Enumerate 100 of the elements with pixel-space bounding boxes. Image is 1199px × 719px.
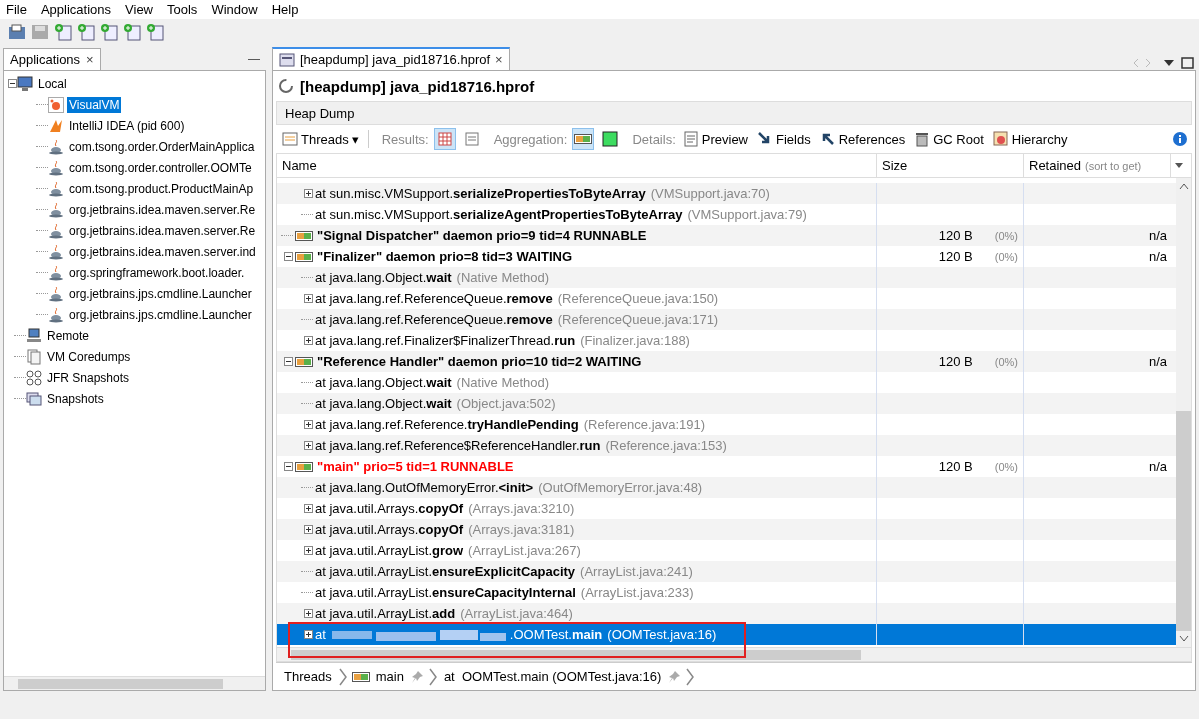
details-button[interactable]: References (817, 129, 908, 149)
thread-name: "Reference Handler" daemon prio=10 tid=2 WAITING (317, 354, 642, 369)
add-icon (146, 22, 164, 41)
table-row[interactable]: at java.util.Arrays.copyOf (Arrays.java:3181) (277, 519, 1176, 540)
snapshot-icon (26, 390, 42, 407)
size-value: 120 B (938, 228, 973, 243)
table-row[interactable]: at java.lang.OutOfMemoryError.<init> (OutOfMemoryError.java:48) (277, 477, 1176, 498)
thread-state-icon (295, 230, 313, 241)
tree-item[interactable]: org.jetbrains.idea.maven.server.ind (67, 243, 258, 260)
breadcrumb-item[interactable]: main (373, 669, 406, 684)
column-header[interactable]: Size (877, 154, 1024, 177)
close-icon[interactable]: × (495, 52, 503, 67)
threads-icon (282, 131, 298, 147)
horizontal-scrollbar[interactable] (277, 647, 1191, 661)
film-reels-icon (26, 369, 42, 386)
tree-item[interactable]: com.tsong.order.OrderMainApplica (67, 138, 257, 155)
stack-frame-text: at java.util.Arrays.copyOf (315, 522, 464, 537)
thread-name: "Finalizer" daemon prio=8 tid=3 WAITING (317, 249, 573, 264)
tree-item[interactable]: com.tsong.product.ProductMainAp (67, 180, 256, 197)
source-location: (Native Method) (456, 270, 550, 285)
table-row[interactable]: at java.lang.ref.ReferenceQueue.remove (ReferenceQueue.java:171) (277, 309, 1176, 330)
size-percent: (0%) (994, 460, 1018, 473)
tree-item[interactable]: VM Coredumps (45, 348, 133, 365)
hierarchy-icon (992, 131, 1009, 147)
breadcrumb-item[interactable]: Threads (282, 669, 334, 684)
results-view-toggle[interactable] (433, 128, 456, 150)
size-percent: (0%) (994, 250, 1018, 263)
java-cup-icon (48, 243, 64, 260)
tree-item[interactable]: org.jetbrains.jps.cmdline.Launcher (67, 285, 254, 302)
java-cup-icon (48, 264, 64, 281)
tree-item[interactable]: org.jetbrains.idea.maven.server.Re (67, 201, 258, 218)
source-location: (ArrayList.java:241) (580, 564, 693, 579)
results-label: Results: (381, 131, 429, 147)
tree-item[interactable]: JFR Snapshots (45, 369, 132, 386)
square-icon (602, 131, 619, 147)
horizontal-scrollbar[interactable] (4, 676, 265, 690)
breadcrumb-item[interactable]: at OOMTest.main (OOMTest.java:16) (441, 669, 664, 684)
tree-item[interactable]: org.jetbrains.jps.cmdline.Launcher (67, 306, 254, 323)
vertical-scrollbar[interactable] (1176, 178, 1191, 647)
aggregation-label: Aggregation: (493, 131, 568, 147)
table-row[interactable]: at java.lang.ref.Reference$ReferenceHandler.run (Reference.java:153) (277, 435, 1176, 456)
table-row[interactable]: at .OOMTest.main (OOMTest.java:16) (277, 624, 1176, 645)
size-value: 120 B (938, 459, 973, 474)
stack-frame-text: at java.util.Arrays.copyOf (315, 501, 464, 516)
table-row[interactable]: at java.util.ArrayList.ensureExplicitCapacity (ArrayList.java:241) (277, 561, 1176, 582)
table-row[interactable]: at sun.misc.VMSupport.serializePropertiesToByteArray (VMSupport.java:70) (277, 183, 1176, 204)
open-file-icon (8, 23, 26, 40)
table-row[interactable]: at java.lang.Object.wait (Native Method) (277, 267, 1176, 288)
menu-item[interactable]: Tools (167, 2, 198, 17)
menu-item[interactable]: Applications (40, 2, 112, 17)
table-row[interactable]: at java.util.ArrayList.add (ArrayList.java:464) (277, 603, 1176, 624)
retained-value: n/a (1148, 249, 1167, 264)
column-header[interactable]: Retained (sort to get) (1024, 154, 1171, 177)
stack-frame-text: at java.lang.Object.wait (315, 375, 452, 390)
tree-item[interactable]: Local (36, 75, 69, 92)
tree-item[interactable]: com.tsong.order.controller.OOMTe (67, 159, 254, 176)
details-button[interactable]: Hierarchy (990, 129, 1070, 149)
app-icon (48, 96, 64, 113)
tree-item[interactable]: org.springframework.boot.loader. (67, 264, 247, 281)
document-title: [heapdump] java_pid18716.hprof (300, 77, 535, 95)
computer-icon (17, 75, 33, 92)
applications-tab[interactable]: Applications × (3, 48, 101, 70)
retained-value: n/a (1148, 354, 1167, 369)
expand-icon (304, 630, 313, 639)
minimize-icon[interactable]: — (248, 52, 260, 66)
view-dropdown[interactable]: Threads ▾ (280, 129, 361, 149)
java-cup-icon (48, 285, 64, 302)
collapse-icon (284, 357, 293, 366)
thread-state-icon (295, 461, 313, 472)
details-button[interactable]: GC Root (912, 129, 986, 149)
tree-item[interactable]: org.jetbrains.idea.maven.server.Re (67, 222, 258, 239)
menu-item[interactable]: Window (211, 2, 258, 17)
details-button[interactable]: Fields (755, 129, 813, 149)
table-row[interactable]: "Signal Dispatcher" daemon prio=9 tid=4 RUNNABLE 120 B (0%) n/a (277, 225, 1176, 246)
table-row[interactable]: at java.lang.Object.wait (Object.java:502) (277, 393, 1176, 414)
source-location: (ArrayList.java:233) (580, 585, 694, 600)
tree-item[interactable]: VisualVM (67, 96, 122, 113)
java-cup-icon (48, 180, 64, 197)
source-location: (Reference.java:191) (583, 417, 706, 432)
column-header[interactable]: Name (277, 154, 877, 177)
scroll-down-icon (1178, 635, 1189, 643)
menu-item[interactable]: File (6, 2, 27, 17)
menu-item[interactable]: View (125, 2, 153, 17)
details-button[interactable]: Preview (680, 129, 750, 149)
close-icon[interactable]: × (86, 52, 94, 67)
size-value: 120 B (938, 354, 973, 369)
menu-item[interactable]: Help (271, 2, 299, 17)
stack-frame-text: at java.util.ArrayList.grow (315, 543, 464, 558)
aggregation-toggle[interactable] (572, 128, 595, 150)
stack-frame-text: at java.lang.ref.Reference$ReferenceHandler.run (315, 438, 601, 453)
tree-item[interactable]: IntelliJ IDEA (pid 600) (67, 117, 187, 134)
tree-item[interactable]: Snapshots (45, 390, 106, 407)
document-icon (26, 348, 42, 365)
collapse-icon (284, 252, 293, 261)
tree-item[interactable]: Remote (45, 327, 92, 344)
expand-icon (304, 189, 313, 198)
stack-frame-text: at java.lang.Object.wait (315, 270, 452, 285)
heapdump-icon (279, 51, 295, 68)
table-row[interactable]: "Reference Handler" daemon prio=10 tid=2 WAITING 120 B (0%) n/a (277, 351, 1176, 372)
document-tab[interactable]: [heapdump] java_pid18716.hprof × (272, 47, 510, 70)
